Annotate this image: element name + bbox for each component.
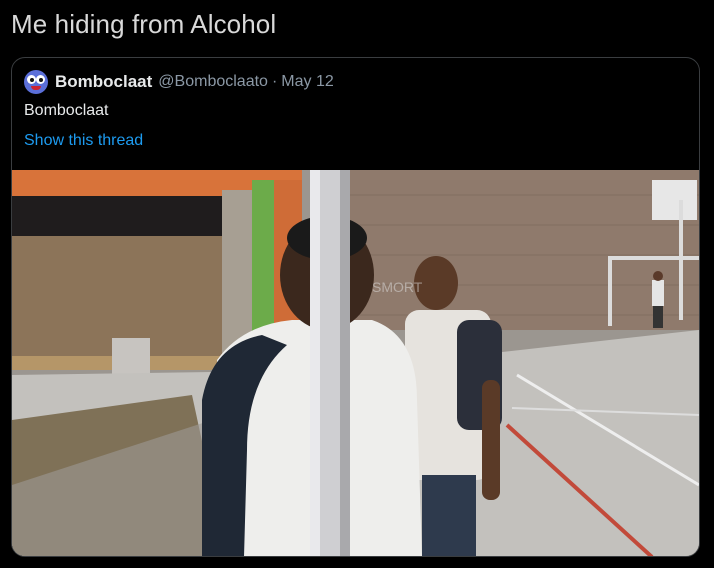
user-handle[interactable]: @Bomboclaato	[158, 73, 268, 91]
quoted-tweet-text: Bomboclaat	[24, 102, 109, 119]
photo-scene: SMORT	[12, 170, 699, 556]
avatar[interactable]	[24, 70, 48, 94]
display-name[interactable]: Bomboclaat	[55, 72, 152, 92]
quoted-tweet-card[interactable]: Bomboclaat @Bomboclaato · May 12 Bombocl…	[11, 57, 700, 557]
photo-watermark: SMORT	[372, 279, 423, 295]
tweet-text: Me hiding from Alcohol	[11, 9, 277, 39]
show-thread-link[interactable]: Show this thread	[24, 132, 143, 150]
separator-dot: ·	[271, 73, 278, 90]
tweet-date[interactable]: May 12	[281, 73, 333, 91]
tweet-photo[interactable]: SMORT	[12, 170, 699, 556]
quoted-tweet-header: Bomboclaat @Bomboclaato · May 12	[24, 70, 334, 94]
